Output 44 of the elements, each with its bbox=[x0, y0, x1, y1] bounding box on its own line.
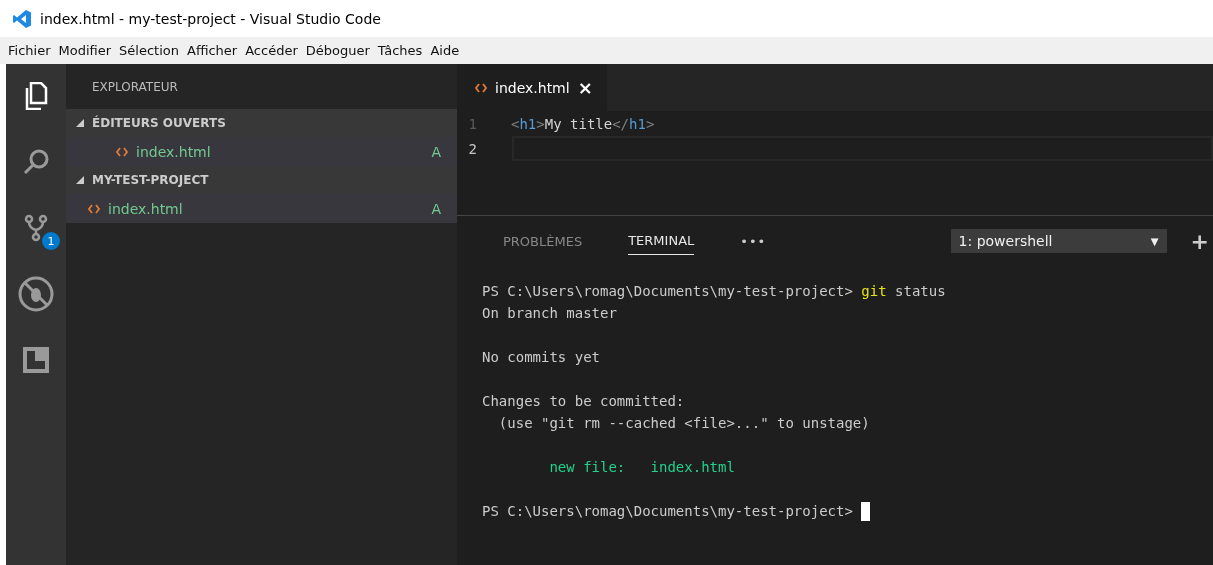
extensions-icon[interactable] bbox=[23, 347, 49, 373]
expanded-triangle-icon bbox=[76, 119, 84, 127]
close-button[interactable]: × bbox=[577, 77, 593, 98]
app-logo-icon bbox=[12, 8, 32, 29]
menu-item[interactable]: Accéder bbox=[243, 43, 304, 58]
menu-item[interactable]: Aide bbox=[428, 43, 466, 58]
menu-item[interactable]: Tâches bbox=[375, 43, 429, 58]
code-file-icon bbox=[116, 146, 128, 157]
more-button[interactable]: ••• bbox=[740, 233, 767, 249]
terminal-line: new file: index.html bbox=[548, 459, 735, 475]
code-file-icon bbox=[88, 203, 100, 214]
panel-tab[interactable]: TERMINAL bbox=[628, 227, 695, 255]
terminal-line: No commits yet bbox=[482, 349, 600, 365]
file-item[interactable]: index.html A bbox=[66, 137, 457, 166]
search-icon[interactable] bbox=[22, 148, 50, 176]
text-cursor bbox=[861, 501, 871, 521]
new-terminal-button[interactable]: + bbox=[1190, 228, 1209, 254]
source-control-icon[interactable] bbox=[24, 214, 48, 242]
editor-tab[interactable]: index.html × bbox=[457, 64, 607, 111]
terminal-line: PS C:\Users\romag\Documents\my-test-project> git status bbox=[482, 283, 946, 299]
section-header[interactable]: MY-TEST-PROJECT bbox=[66, 166, 457, 194]
terminal-line: Changes to be committed: bbox=[482, 393, 685, 409]
section-header[interactable]: ÉDITEURS OUVERTS bbox=[66, 109, 457, 137]
file-item[interactable]: index.html A bbox=[66, 194, 457, 223]
notification-badge: 1 bbox=[42, 232, 60, 250]
menu-item[interactable]: Afficher bbox=[185, 43, 244, 58]
terminal-line: (use "git rm --cached <file>..." to unstage) bbox=[497, 415, 870, 431]
files-icon[interactable] bbox=[24, 82, 48, 110]
terminal-dropdown[interactable]: 1: powershell ▼ bbox=[950, 229, 1167, 253]
line-number: 2 bbox=[467, 140, 478, 157]
code-line: <h1>My title</h1> bbox=[511, 115, 655, 132]
code-file-icon bbox=[475, 82, 487, 93]
expanded-triangle-icon bbox=[76, 176, 84, 184]
menu-item[interactable]: Fichier bbox=[6, 43, 57, 58]
menu-item[interactable]: Modifier bbox=[56, 43, 118, 58]
menu-item[interactable]: Sélection bbox=[117, 43, 185, 58]
debug-icon[interactable] bbox=[18, 276, 54, 312]
line-number: 1 bbox=[467, 115, 478, 132]
sidebar-title: EXPLORATEUR bbox=[91, 78, 179, 96]
window-title: index.html - my-test-project - Visual Studio Code bbox=[40, 10, 381, 27]
terminal-line: On branch master bbox=[482, 305, 617, 321]
terminal-line: PS C:\Users\romag\Documents\my-test-project> bbox=[482, 503, 854, 519]
menu-item[interactable]: Déboguer bbox=[303, 43, 376, 58]
panel-tab[interactable]: PROBLÈMES bbox=[503, 227, 583, 255]
